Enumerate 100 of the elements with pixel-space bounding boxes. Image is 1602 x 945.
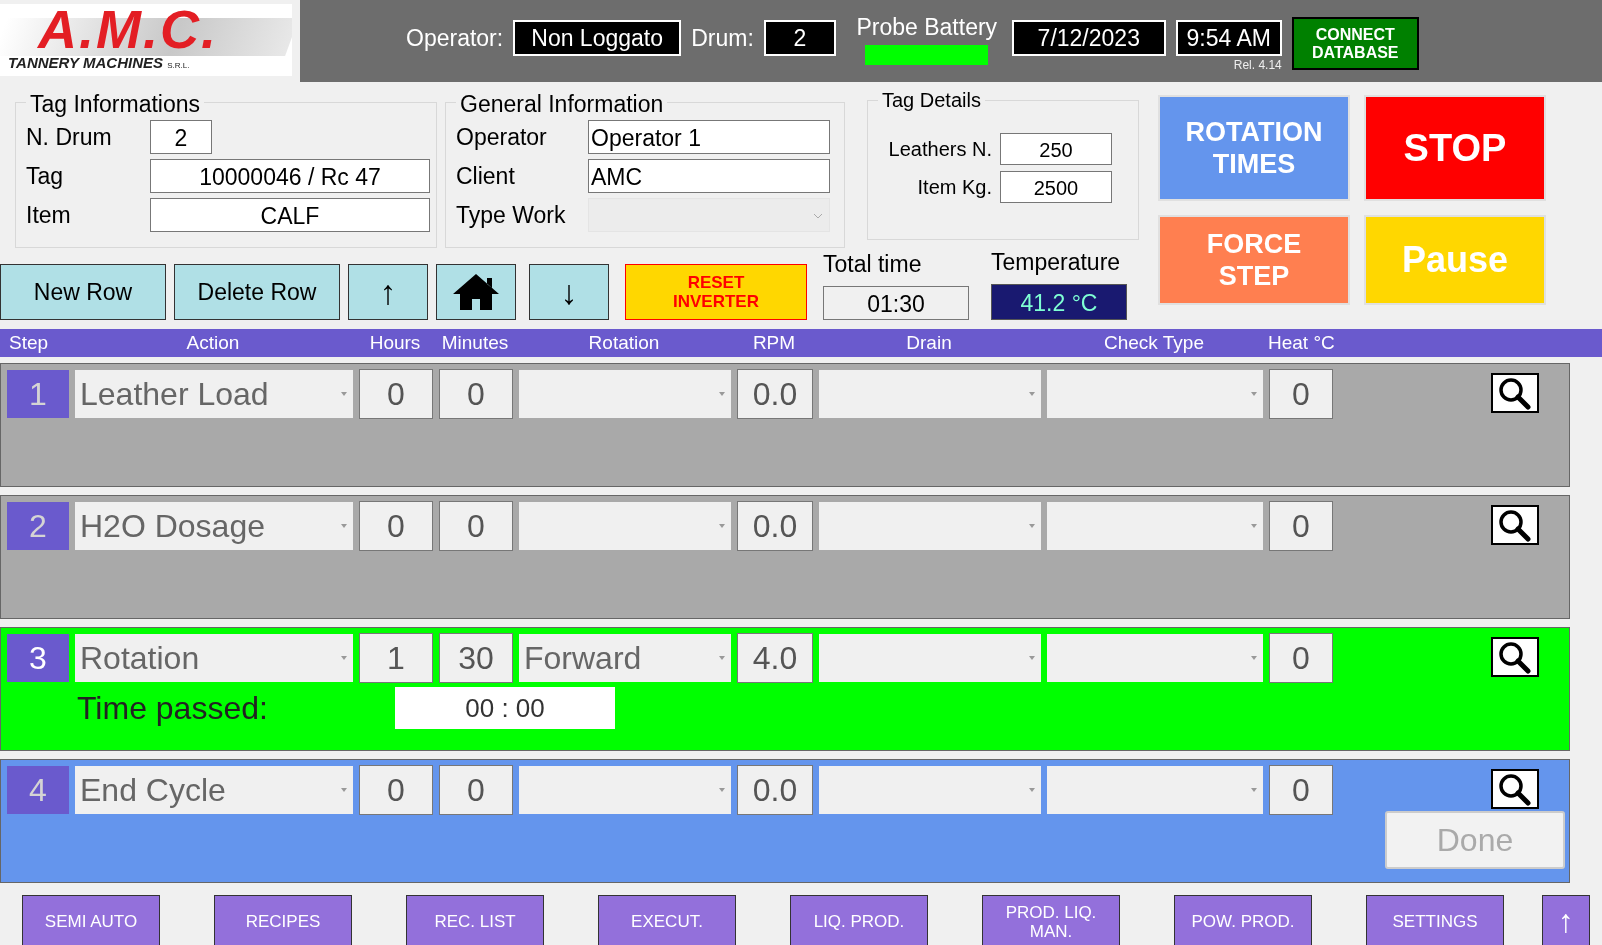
caret-icon <box>1251 788 1257 792</box>
check-type-dropdown[interactable] <box>1047 370 1263 418</box>
check-type-dropdown[interactable] <box>1047 634 1263 682</box>
arrow-button[interactable]: ↑ <box>348 264 428 320</box>
toolbar-button[interactable]: Delete Row <box>174 264 340 320</box>
total-time-label: Total time <box>823 251 923 278</box>
release-version: Rel. 4.14 <box>1233 58 1282 72</box>
check-type-dropdown[interactable] <box>1047 502 1263 550</box>
caret-icon <box>719 656 725 660</box>
caret-icon <box>1029 392 1035 396</box>
nav-button[interactable]: REC. LIST <box>406 895 544 945</box>
chevron-down-icon <box>813 213 823 219</box>
step-row[interactable]: 2 H2O Dosage 0 0 0.0 0 <box>0 495 1570 619</box>
arrow-button[interactable]: ↓ <box>529 264 609 320</box>
hours-field[interactable]: 1 <box>359 633 433 683</box>
caret-icon <box>341 788 347 792</box>
group-title: Tag Informations <box>26 91 205 118</box>
column-header: RPM <box>751 331 797 355</box>
caret-icon <box>719 524 725 528</box>
connect-database-button[interactable]: CONNECT DATABASE <box>1291 17 1419 70</box>
toolbar-button[interactable]: New Row <box>0 264 166 320</box>
text-field[interactable]: 10000046 / Rc 47 <box>150 159 430 193</box>
direction-dropdown[interactable] <box>519 766 731 814</box>
drain-dropdown[interactable] <box>819 766 1041 814</box>
caret-icon <box>1251 392 1257 396</box>
time-passed-label: Time passed: <box>77 689 269 727</box>
nav-button[interactable]: POW. PROD. <box>1174 895 1312 945</box>
text-field[interactable]: Operator 1 <box>588 120 830 154</box>
field-label: Client <box>456 162 516 190</box>
minutes-field[interactable]: 0 <box>439 765 513 815</box>
nav-button[interactable]: LIQ. PROD. <box>790 895 928 945</box>
step-number: 2 <box>7 502 69 550</box>
action-dropdown[interactable]: Rotation <box>75 634 353 682</box>
nav-button[interactable]: RECIPES <box>214 895 352 945</box>
total-time-value: 01:30 <box>823 286 969 320</box>
column-header: Rotation <box>587 331 661 355</box>
hours-field[interactable]: 0 <box>359 765 433 815</box>
heat-field[interactable]: 0 <box>1269 633 1333 683</box>
check-type-dropdown[interactable] <box>1047 766 1263 814</box>
search-button[interactable] <box>1491 769 1539 809</box>
nav-button[interactable]: EXECUT. <box>598 895 736 945</box>
step-row[interactable]: 1 Leather Load 0 0 0.0 0 <box>0 363 1570 487</box>
text-field[interactable]: CALF <box>150 198 430 232</box>
temperature-value: 41.2 °C <box>991 284 1127 320</box>
rpm-field[interactable]: 0.0 <box>737 369 813 419</box>
direction-dropdown[interactable]: Forward <box>519 634 731 682</box>
house-icon <box>451 272 501 312</box>
caret-icon <box>719 392 725 396</box>
caret-icon <box>341 392 347 396</box>
search-button[interactable] <box>1491 637 1539 677</box>
nav-button[interactable]: SETTINGS <box>1366 895 1504 945</box>
text-field[interactable]: 250 <box>1000 133 1112 165</box>
field-label: Operator <box>456 123 548 151</box>
nav-button[interactable]: SEMI AUTO <box>22 895 160 945</box>
direction-dropdown[interactable] <box>519 370 731 418</box>
hours-field[interactable]: 0 <box>359 369 433 419</box>
rpm-field[interactable]: 0.0 <box>737 765 813 815</box>
search-button[interactable] <box>1491 505 1539 545</box>
action-dropdown[interactable]: H2O Dosage <box>75 502 353 550</box>
scroll-up-button[interactable]: ↑ <box>1542 895 1590 945</box>
battery-label: Probe Battery <box>856 14 998 41</box>
caret-icon <box>1029 656 1035 660</box>
field-label: Tag <box>26 162 65 190</box>
caret-icon <box>1029 524 1035 528</box>
caret-icon <box>341 656 347 660</box>
text-field[interactable]: 2 <box>150 120 212 154</box>
text-field[interactable]: AMC <box>588 159 830 193</box>
drain-dropdown[interactable] <box>819 370 1041 418</box>
text-field[interactable]: 2500 <box>1000 171 1112 203</box>
column-header: Drain <box>905 331 953 355</box>
rpm-field[interactable]: 0.0 <box>737 501 813 551</box>
drain-dropdown[interactable] <box>819 502 1041 550</box>
heat-field[interactable]: 0 <box>1269 369 1333 419</box>
direction-dropdown[interactable] <box>519 502 731 550</box>
step-number: 3 <box>7 634 69 682</box>
group-title: Tag Details <box>878 89 985 112</box>
heat-field[interactable]: 0 <box>1269 501 1333 551</box>
step-row[interactable]: 3 Rotation 1 30 Forward 4.0 0 Time passed: 00 : 00 <box>0 627 1570 751</box>
company-logo: A.M.C. TANNERY MACHINES S.R.L. <box>0 4 292 76</box>
rpm-field[interactable]: 4.0 <box>737 633 813 683</box>
dropdown-field[interactable] <box>588 198 830 232</box>
nav-button[interactable]: PROD. LIQ. MAN. <box>982 895 1120 945</box>
action-dropdown[interactable]: End Cycle <box>75 766 353 814</box>
action-dropdown[interactable]: Leather Load <box>75 370 353 418</box>
field-label: Type Work <box>456 201 567 229</box>
search-button[interactable] <box>1491 373 1539 413</box>
field-label: Item <box>26 201 72 229</box>
drain-dropdown[interactable] <box>819 634 1041 682</box>
minutes-field[interactable]: 0 <box>439 369 513 419</box>
heat-field[interactable]: 0 <box>1269 765 1333 815</box>
minutes-field[interactable]: 0 <box>439 501 513 551</box>
caret-icon <box>1251 656 1257 660</box>
hours-field[interactable]: 0 <box>359 501 433 551</box>
caret-icon <box>1029 788 1035 792</box>
action-button[interactable]: STOP <box>1364 95 1546 201</box>
caret-icon <box>1251 524 1257 528</box>
drum-label: Drum: <box>691 25 754 52</box>
home-button[interactable] <box>436 264 516 320</box>
step-number: 4 <box>7 766 69 814</box>
minutes-field[interactable]: 30 <box>439 633 513 683</box>
